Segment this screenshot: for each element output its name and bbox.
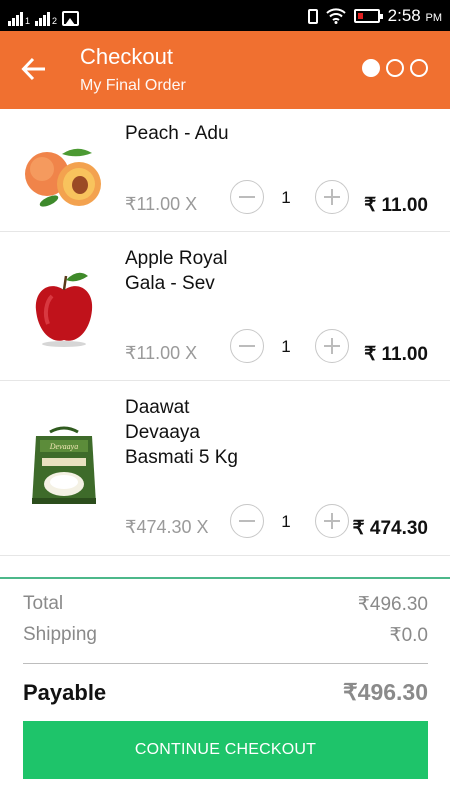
plus-circle-icon[interactable] (315, 180, 349, 214)
gallery-icon (62, 11, 80, 26)
total-label: Total (23, 593, 64, 614)
wifi-icon (325, 8, 346, 24)
item-total: ₹ 11.00 (364, 195, 428, 216)
signal-icon: 1 (8, 10, 30, 26)
total-value: ₹496.30 (357, 594, 428, 615)
clock-time: 2:58 (387, 6, 421, 25)
step-indicator (362, 59, 428, 77)
step-dot-3 (410, 59, 428, 77)
item-unit-price: ₹11.00 X (125, 194, 198, 214)
item-quantity: 1 (281, 512, 291, 531)
minus-circle-icon[interactable] (230, 504, 264, 538)
shipping-label: Shipping (23, 624, 97, 645)
page-subtitle: My Final Order (80, 77, 186, 94)
item-total: ₹ 474.30 (352, 518, 428, 539)
svg-text:Devaaya: Devaaya (49, 442, 78, 451)
continue-checkout-button[interactable]: CONTINUE CHECKOUT (23, 721, 428, 779)
total-row: Total ₹496.30 (23, 593, 428, 616)
item-total: ₹ 11.00 (364, 344, 428, 365)
app-header: Checkout My Final Order (0, 31, 450, 109)
arrow-left-icon[interactable] (20, 55, 48, 83)
shipping-row: Shipping ₹0.0 (23, 624, 428, 647)
shipping-value: ₹0.0 (389, 625, 428, 646)
step-dot-1 (362, 59, 380, 77)
payable-row: Payable ₹496.30 (23, 679, 428, 706)
item-name: Daawat Devaaya Basmati 5 Kg (125, 397, 238, 468)
page-title: Checkout (80, 44, 173, 69)
item-name: Apple Royal Gala - Sev (125, 248, 228, 294)
plus-circle-icon[interactable] (315, 504, 349, 538)
rice-bag-image: Devaaya (32, 426, 96, 504)
payable-label: Payable (23, 680, 107, 705)
item-unit-price: ₹474.30 X (125, 517, 209, 537)
minus-circle-icon[interactable] (230, 329, 264, 363)
item-quantity: 1 (281, 337, 291, 356)
status-left: 1 2 (8, 6, 80, 26)
apple-image (35, 272, 93, 347)
signal-icon: 2 (35, 10, 57, 26)
status-bar: 1 2 2:58 PM (0, 0, 450, 31)
order-summary: Total ₹496.30 Shipping ₹0.0 Payable ₹496… (0, 579, 450, 800)
item-name: Peach - Adu (125, 123, 229, 144)
step-dot-2 (386, 59, 404, 77)
cart-item: Apple Royal Gala - Sev ₹11.00 X 1 ₹ 11.0… (0, 232, 450, 381)
cart-item: Devaaya Daawat Devaaya Basmati 5 Kg ₹474… (0, 381, 450, 556)
summary-divider (23, 663, 428, 664)
clock-ampm: PM (425, 12, 443, 24)
status-right: 2:58 PM (307, 5, 442, 27)
cart-item: Peach - Adu ₹11.00 X 1 ₹ 11.00 (0, 109, 450, 232)
minus-circle-icon[interactable] (230, 180, 264, 214)
vibrate-icon (307, 8, 318, 24)
peach-image (25, 148, 101, 207)
clock: 2:58 PM (388, 6, 442, 26)
battery-icon (353, 9, 383, 23)
payable-value: ₹496.30 (343, 679, 428, 705)
item-unit-price: ₹11.00 X (125, 343, 198, 363)
item-quantity: 1 (281, 188, 291, 207)
plus-circle-icon[interactable] (315, 329, 349, 363)
